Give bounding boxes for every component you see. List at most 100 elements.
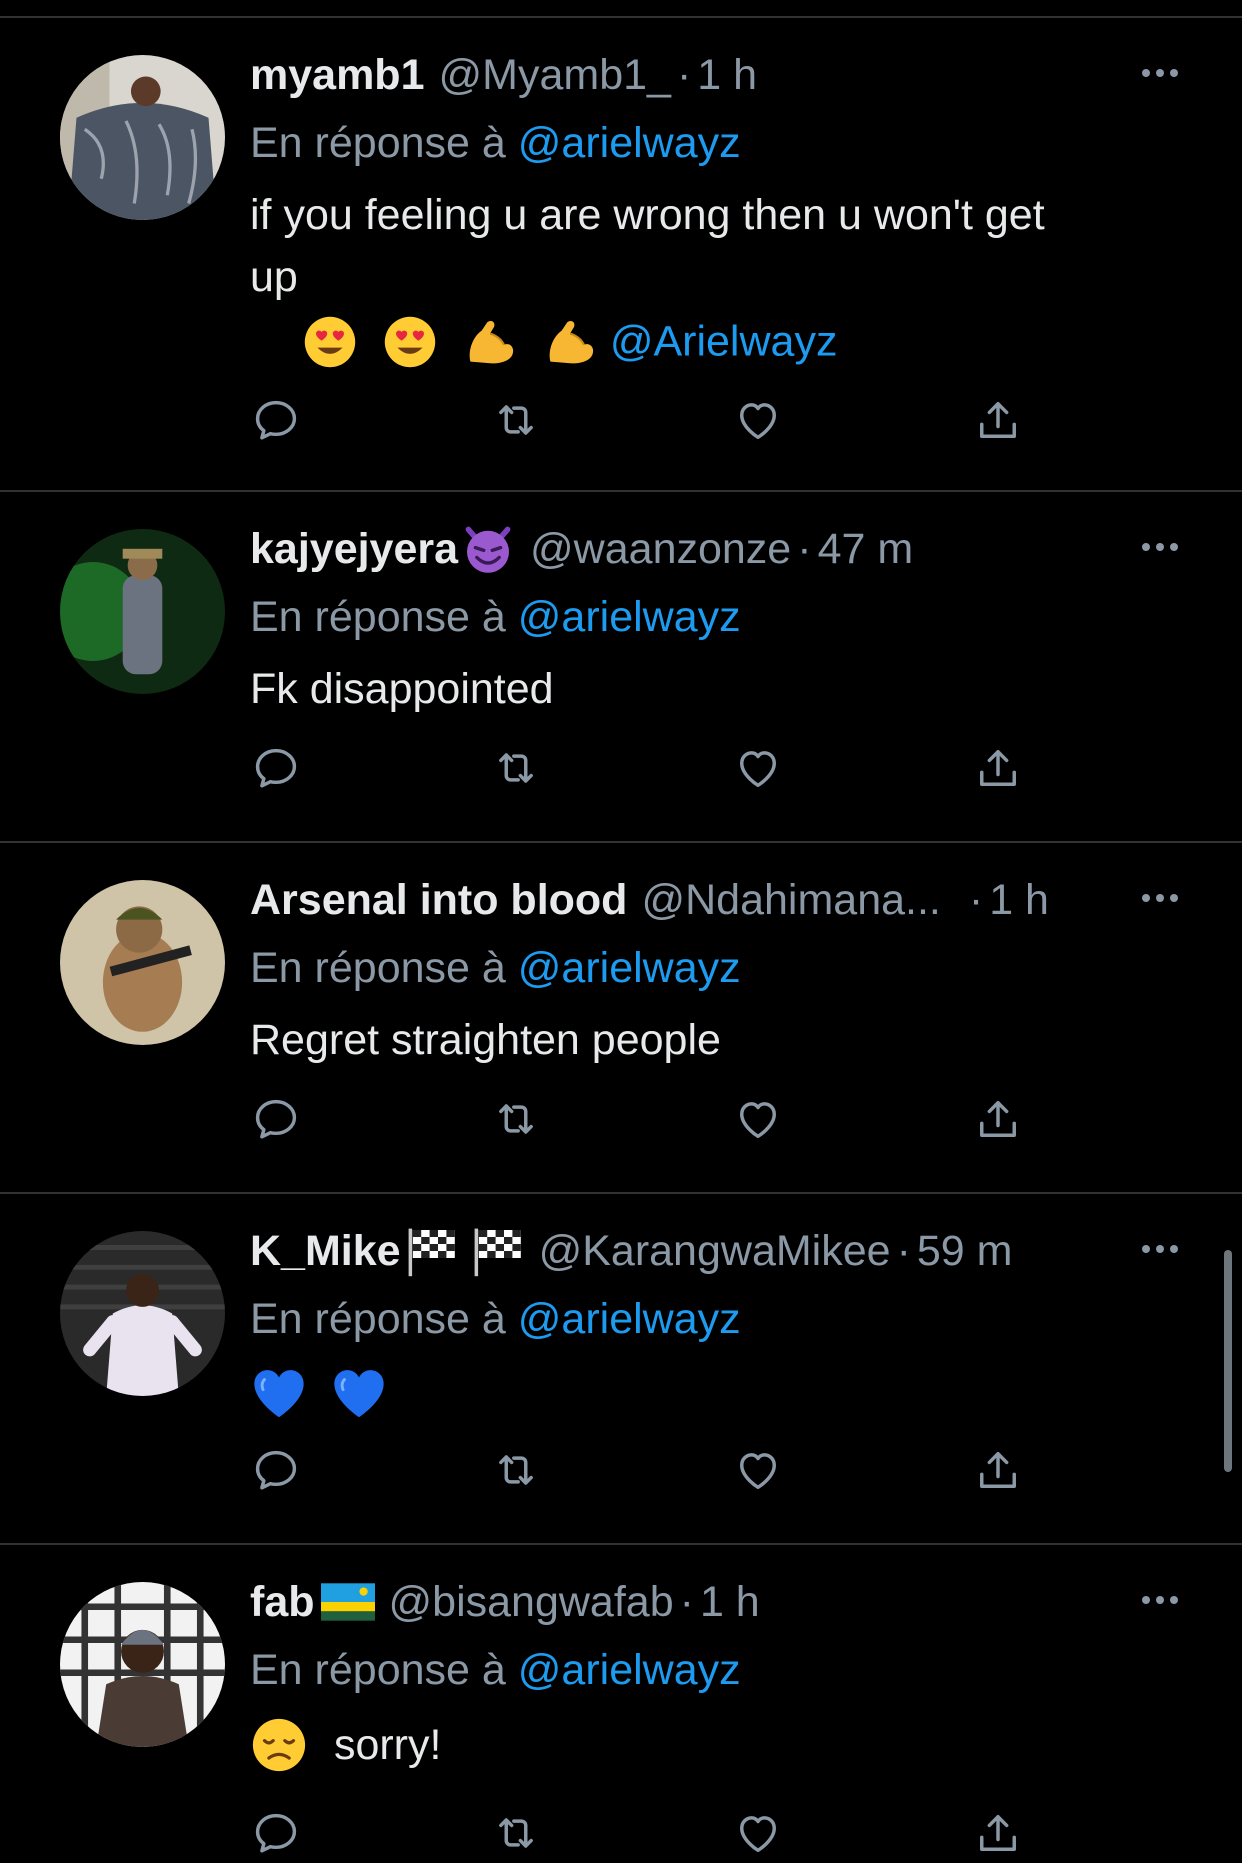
reply-tweet[interactable]: myamb1 @Myamb1_ · 1 h En réponse à @arie… xyxy=(0,18,1242,492)
like-button[interactable] xyxy=(732,394,784,446)
reply-icon xyxy=(250,1093,302,1145)
scrollbar[interactable] xyxy=(1224,1250,1232,1472)
reply-mention-link[interactable]: @arielwayz xyxy=(518,944,741,992)
user-handle[interactable]: @Ndahimana... xyxy=(641,876,940,925)
heart-eyes-emoji xyxy=(382,314,438,370)
reply-prefix: En réponse à xyxy=(250,944,506,992)
share-button[interactable] xyxy=(972,1093,1024,1145)
heart-eyes-emoji xyxy=(302,314,358,370)
like-button[interactable] xyxy=(732,1444,784,1496)
user-handle[interactable]: @bisangwafab xyxy=(389,1578,674,1627)
avatar[interactable] xyxy=(60,1582,225,1747)
tweet-text-line: if you feeling u are wrong then u won't … xyxy=(250,191,1045,239)
tweet-actions xyxy=(250,1444,1050,1500)
retweet-button[interactable] xyxy=(490,394,542,446)
retweet-icon xyxy=(490,1444,542,1496)
tweet-header: kajyejyera @waanzonze · 47 m xyxy=(250,522,1182,576)
timestamp[interactable]: 59 m xyxy=(917,1227,1013,1276)
reply-context: En réponse à @arielwayz xyxy=(250,590,1182,644)
tweet-actions xyxy=(250,1093,1050,1149)
reply-mention-link[interactable]: @arielwayz xyxy=(518,1646,741,1694)
reply-tweet[interactable]: K_Mike @KarangwaMikee · 59 m En réponse … xyxy=(0,1194,1242,1545)
avatar-photo xyxy=(60,529,225,694)
reply-prefix: En réponse à xyxy=(250,593,506,641)
reply-prefix: En réponse à xyxy=(250,1646,506,1694)
like-button[interactable] xyxy=(732,742,784,794)
share-icon xyxy=(972,1444,1024,1496)
tweet-header: fab @bisangwafab · 1 h xyxy=(250,1575,1182,1629)
user-handle[interactable]: @waanzonze xyxy=(530,525,791,574)
tweet-text: sorry! xyxy=(250,1711,1182,1776)
display-name[interactable]: fab xyxy=(250,1578,315,1627)
timestamp[interactable]: 47 m xyxy=(818,525,914,574)
share-button[interactable] xyxy=(972,1444,1024,1496)
avatar-photo xyxy=(60,880,225,1045)
disappointed-face-emoji xyxy=(250,1716,308,1774)
more-options-icon[interactable] xyxy=(1138,883,1182,913)
user-handle[interactable]: @KarangwaMikee xyxy=(539,1227,891,1276)
avatar-photo xyxy=(60,1231,225,1396)
display-name[interactable]: K_Mike xyxy=(250,1227,401,1276)
reply-tweet[interactable]: kajyejyera @waanzonze · 47 m En réponse … xyxy=(0,492,1242,843)
blue-heart-emoji xyxy=(330,1365,388,1423)
timestamp[interactable]: 1 h xyxy=(697,51,757,100)
flexed-biceps-emoji xyxy=(462,314,518,370)
timestamp[interactable]: 1 h xyxy=(989,876,1049,925)
separator-dot: · xyxy=(896,1226,911,1275)
reply-button[interactable] xyxy=(250,1093,302,1145)
retweet-icon xyxy=(490,394,542,446)
retweet-button[interactable] xyxy=(490,1093,542,1145)
like-button[interactable] xyxy=(732,1093,784,1145)
reply-prefix: En réponse à xyxy=(250,119,506,167)
tweet-text-line: @Arielwayz xyxy=(250,308,1182,373)
smiling-devil-emoji xyxy=(460,521,516,577)
reply-icon xyxy=(250,1807,302,1859)
avatar[interactable] xyxy=(60,55,225,220)
timestamp[interactable]: 1 h xyxy=(700,1578,760,1627)
retweet-icon xyxy=(490,1807,542,1859)
reply-tweet[interactable]: fab @bisangwafab · 1 h En réponse à @ari… xyxy=(0,1545,1242,1844)
more-options-icon[interactable] xyxy=(1138,1585,1182,1615)
reply-icon xyxy=(250,394,302,446)
user-handle[interactable]: @Myamb1_ xyxy=(438,51,670,100)
reply-mention-link[interactable]: @arielwayz xyxy=(518,593,741,641)
separator-dot: · xyxy=(676,50,692,99)
checkered-flag-emoji xyxy=(469,1223,525,1279)
retweet-button[interactable] xyxy=(490,1807,542,1859)
reply-button[interactable] xyxy=(250,1807,302,1859)
retweet-icon xyxy=(490,742,542,794)
like-icon xyxy=(732,742,784,794)
more-options-icon[interactable] xyxy=(1138,58,1182,88)
display-name[interactable]: kajyejyera xyxy=(250,525,458,574)
avatar[interactable] xyxy=(60,880,225,1045)
display-name[interactable]: Arsenal into blood xyxy=(250,876,627,925)
tweet-header: myamb1 @Myamb1_ · 1 h xyxy=(250,48,1182,102)
reply-mention-link[interactable]: @arielwayz xyxy=(518,119,741,167)
reply-button[interactable] xyxy=(250,394,302,446)
like-button[interactable] xyxy=(732,1807,784,1859)
reply-context: En réponse à @arielwayz xyxy=(250,1292,1182,1346)
reply-mention-link[interactable]: @arielwayz xyxy=(518,1295,741,1343)
share-button[interactable] xyxy=(972,394,1024,446)
reply-tweet[interactable]: Arsenal into blood @Ndahimana... · 1 h E… xyxy=(0,843,1242,1194)
share-button[interactable] xyxy=(972,742,1024,794)
inline-mention-link[interactable]: @Arielwayz xyxy=(610,318,838,366)
retweet-button[interactable] xyxy=(490,742,542,794)
tweet-text: Regret straighten people xyxy=(250,1016,721,1064)
more-options-icon[interactable] xyxy=(1138,532,1182,562)
more-options-icon[interactable] xyxy=(1138,1234,1182,1264)
reply-button[interactable] xyxy=(250,742,302,794)
display-name[interactable]: myamb1 xyxy=(250,51,424,100)
flexed-biceps-emoji xyxy=(542,314,598,370)
share-button[interactable] xyxy=(972,1807,1024,1859)
avatar[interactable] xyxy=(60,1231,225,1396)
reply-button[interactable] xyxy=(250,1444,302,1496)
tweet-text: if you feeling u are wrong then u won't … xyxy=(250,184,1182,373)
like-icon xyxy=(732,1093,784,1145)
checkered-flag-emoji xyxy=(403,1223,459,1279)
retweet-icon xyxy=(490,1093,542,1145)
retweet-button[interactable] xyxy=(490,1444,542,1496)
like-icon xyxy=(732,1807,784,1859)
reply-icon xyxy=(250,742,302,794)
avatar[interactable] xyxy=(60,529,225,694)
